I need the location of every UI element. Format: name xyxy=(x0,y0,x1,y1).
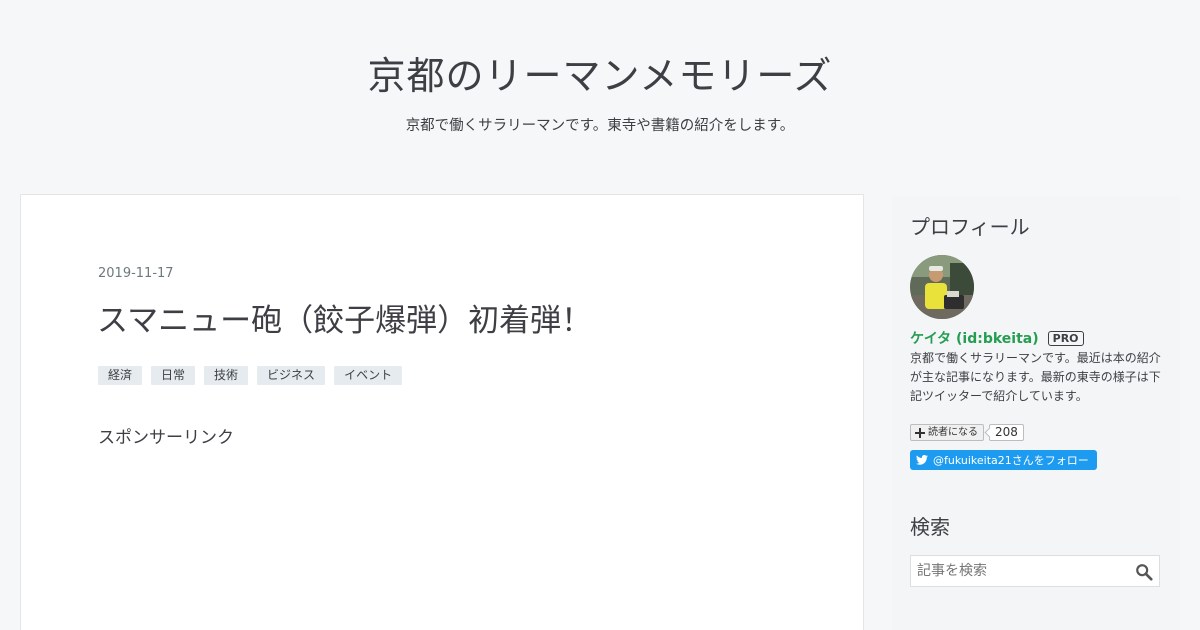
profile-description: 京都で働くサラリーマンです。最近は本の紹介が主な記事になります。最新の東寺の様子… xyxy=(910,351,1161,403)
sidebar: プロフィール ケイタ (id:bkeita) PRO 京都で働くサラリーマンです… xyxy=(892,196,1180,630)
entry-categories: 経済 日常 技術 ビジネス イベント xyxy=(98,366,403,385)
profile-heading: プロフィール xyxy=(910,215,1030,239)
profile-name: ケイタ (id:bkeita) PRO xyxy=(910,328,1084,348)
search-icon[interactable] xyxy=(1135,563,1153,581)
category-link[interactable]: 経済 xyxy=(98,366,143,385)
subscribe-button[interactable]: 読者になる xyxy=(910,424,984,441)
search-input[interactable] xyxy=(911,556,1131,586)
category-link[interactable]: 日常 xyxy=(151,366,196,385)
main-content: 2019-11-17 スマニュー砲（餃子爆弾）初着弾！ 経済 日常 技術 ビジネ… xyxy=(20,194,864,630)
sponsor-label: スポンサーリンク xyxy=(98,428,234,448)
blog-description: 京都で働くサラリーマンです。東寺や書籍の紹介をします。 xyxy=(405,118,795,134)
subscriber-count[interactable]: 208 xyxy=(989,424,1024,441)
search-heading: 検索 xyxy=(910,515,950,539)
subscribe-widget: 読者になる 208 xyxy=(910,424,1024,441)
entry-date[interactable]: 2019-11-17 xyxy=(98,266,174,281)
category-link[interactable]: ビジネス xyxy=(257,366,326,385)
category-link[interactable]: イベント xyxy=(334,366,403,385)
blog-header: 京都のリーマンメモリーズ 京都で働くサラリーマンです。東寺や書籍の紹介をします。 xyxy=(0,0,1200,170)
twitter-follow-label: @fukuikeita21さんをフォロー xyxy=(933,454,1089,467)
subscribe-label: 読者になる xyxy=(928,427,978,438)
plus-icon xyxy=(915,427,925,438)
avatar[interactable] xyxy=(910,255,974,319)
twitter-follow-button[interactable]: @fukuikeita21さんをフォロー xyxy=(910,450,1097,470)
profile-name-link[interactable]: ケイタ (id:bkeita) xyxy=(910,328,1039,348)
entry-title[interactable]: スマニュー砲（餃子爆弾）初着弾！ xyxy=(97,299,592,343)
avatar-image xyxy=(910,255,974,319)
category-link[interactable]: 技術 xyxy=(204,366,249,385)
search-form xyxy=(910,555,1160,587)
pro-badge[interactable]: PRO xyxy=(1047,330,1084,346)
twitter-bird-icon xyxy=(916,455,928,465)
blog-title[interactable]: 京都のリーマンメモリーズ xyxy=(0,52,1200,100)
